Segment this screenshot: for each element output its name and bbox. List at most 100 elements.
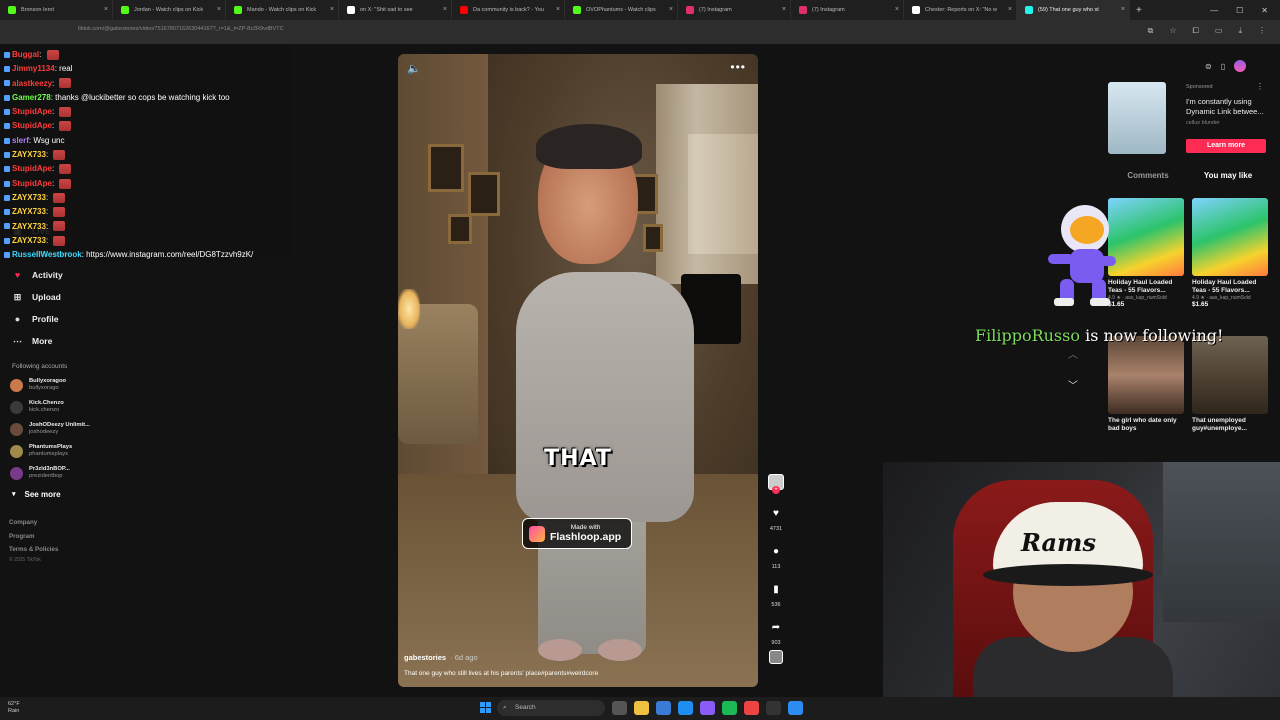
browser-tab[interactable]: (7) Instagram × — [678, 0, 791, 20]
recommended-card[interactable]: That unemployed guy#unemploye... — [1192, 336, 1268, 433]
sound-disc[interactable] — [764, 650, 788, 664]
profile-avatar[interactable] — [1234, 60, 1247, 72]
chat-username[interactable]: StupidApe — [12, 164, 52, 173]
close-tab-icon[interactable]: × — [443, 6, 447, 13]
minimize-icon[interactable]: — — [1210, 6, 1218, 15]
close-tab-icon[interactable]: × — [895, 6, 899, 13]
footer-link[interactable]: Program — [0, 530, 290, 544]
chat-username[interactable]: StupidApe — [12, 121, 52, 130]
close-tab-icon[interactable]: × — [330, 6, 334, 13]
see-more-button[interactable]: ▾ See more — [0, 484, 290, 504]
sidebar-item-activity[interactable]: ♥ Activity — [0, 264, 290, 286]
video-player[interactable]: 🔈 ••• THAT Made with Flashloop.app gabes… — [398, 54, 758, 687]
chat-username[interactable]: Gamer278 — [12, 93, 51, 102]
more-options-icon[interactable]: ••• — [730, 60, 746, 74]
sidebar-item-profile[interactable]: ● Profile — [0, 308, 290, 330]
card-thumbnail[interactable] — [1192, 336, 1268, 414]
obs-icon[interactable] — [766, 701, 781, 715]
card-thumbnail[interactable] — [1108, 336, 1184, 414]
chat-username[interactable]: StupidApe — [12, 179, 52, 188]
close-tab-icon[interactable]: × — [782, 6, 786, 13]
browser-address-bar[interactable]: tiktok.com/@gabestories/video/7516780716… — [0, 20, 1280, 44]
browser-tab[interactable]: Mando - Watch clips on Kick × — [226, 0, 339, 20]
chat-username[interactable]: RussellWestbrook — [12, 250, 82, 259]
browser-tab[interactable]: (7) Instagram × — [791, 0, 904, 20]
close-window-icon[interactable]: ✕ — [1261, 6, 1268, 15]
file-explorer-icon[interactable] — [634, 701, 649, 715]
edge-icon[interactable] — [678, 701, 693, 715]
comment-icon[interactable]: ● — [767, 542, 785, 560]
following-account[interactable]: JoshODeezy Unlimit... joshodeezy — [0, 418, 290, 440]
bookmark-star-icon[interactable]: ☆ — [1169, 26, 1176, 36]
extensions-icon[interactable]: ⧠ — [1192, 26, 1198, 36]
sponsored-ad[interactable]: Sponsored ⋮ I'm constantly using Dynamic… — [1108, 82, 1268, 162]
task-view-icon[interactable] — [612, 701, 627, 715]
chat-username[interactable]: ZAYX733 — [12, 193, 46, 202]
video-author[interactable]: gabestories · 6d ago — [404, 653, 478, 662]
start-button[interactable] — [480, 702, 492, 714]
volume-icon[interactable]: 🔈 — [407, 62, 421, 75]
creator-avatar[interactable]: + — [764, 474, 788, 494]
coins-icon[interactable]: ⊜ — [1205, 62, 1212, 71]
weather-widget[interactable]: 62°F Rain — [8, 701, 20, 715]
chat-username[interactable]: Jimmy1134 — [12, 64, 55, 73]
url-text[interactable]: tiktok.com/@gabestories/video/7516780716… — [78, 26, 284, 32]
tab-comments[interactable]: Comments — [1108, 171, 1188, 186]
comment-button[interactable]: ● 113 — [764, 542, 788, 571]
chat-username[interactable]: slerf — [12, 136, 29, 145]
download-icon[interactable]: ⤓ — [1238, 26, 1242, 36]
new-tab-icon[interactable]: + — [1136, 5, 1142, 16]
close-tab-icon[interactable]: × — [556, 6, 560, 13]
browser-tab[interactable]: Jordan - Watch clips on Kick × — [113, 0, 226, 20]
following-account[interactable]: Pr3zld3nBOP... prezidentbop — [0, 462, 290, 484]
menu-icon[interactable]: ⋮ — [1258, 26, 1266, 36]
browser-tab[interactable]: Bronson Ierot × — [0, 0, 113, 20]
sidepanel-icon[interactable]: ▭ — [1215, 26, 1223, 36]
app-icon[interactable] — [788, 701, 803, 715]
tab-you-may-like[interactable]: You may like — [1188, 171, 1268, 186]
following-account[interactable]: Kick.Chenzo kick.chenzo — [0, 396, 290, 418]
chat-username[interactable]: ZAYX733 — [12, 222, 46, 231]
ad-thumbnail[interactable] — [1108, 82, 1166, 154]
recommended-card[interactable]: Holiday Haul Loaded Teas - 55 Flavors...… — [1192, 198, 1268, 308]
app-icon[interactable] — [656, 701, 671, 715]
chat-username[interactable]: alastkeezy — [12, 79, 52, 88]
chat-username[interactable]: ZAYX733 — [12, 150, 46, 159]
taskbar-search[interactable]: ⌕ Search — [497, 700, 605, 716]
close-tab-icon[interactable]: × — [1008, 6, 1012, 13]
sidebar-item-upload[interactable]: ⊞ Upload — [0, 286, 290, 308]
previous-video-icon[interactable]: ︿ — [1068, 346, 1078, 361]
bookmark-icon[interactable]: ▮ — [767, 580, 785, 598]
recommended-card[interactable]: The girl who date only bad boys — [1108, 336, 1184, 433]
chat-username[interactable]: Buggal — [12, 50, 39, 59]
learn-more-button[interactable]: Learn more — [1186, 139, 1266, 153]
footer-link[interactable]: Terms & Policies — [0, 543, 290, 557]
chat-username[interactable]: StupidApe — [12, 107, 52, 116]
next-video-icon[interactable]: ﹀ — [1068, 377, 1078, 392]
ad-more-icon[interactable]: ⋮ — [1256, 82, 1264, 91]
card-thumbnail[interactable] — [1192, 198, 1268, 276]
browser-tab[interactable]: OVOPhantums - Watch clips × — [565, 0, 678, 20]
maximize-icon[interactable]: ☐ — [1236, 6, 1243, 15]
close-tab-icon[interactable]: × — [1121, 6, 1125, 13]
like-icon[interactable]: ♥ — [767, 504, 785, 522]
close-tab-icon[interactable]: × — [669, 6, 673, 13]
spotify-icon[interactable] — [722, 701, 737, 715]
close-tab-icon[interactable]: × — [217, 6, 221, 13]
share-icon[interactable]: ➦ — [767, 618, 785, 636]
cast-icon[interactable]: ⧉ — [1148, 26, 1154, 36]
sidebar-item-more[interactable]: ⋯ More — [0, 330, 290, 352]
follow-plus-icon[interactable]: + — [772, 486, 780, 494]
chat-username[interactable]: ZAYX733 — [12, 207, 46, 216]
bookmark-button[interactable]: ▮ 536 — [764, 580, 788, 609]
following-account[interactable]: Bullyxoragoo bullyxorago — [0, 374, 290, 396]
browser-tab[interactable]: (59) That one guy who st × — [1017, 0, 1130, 20]
chrome-icon[interactable] — [744, 701, 759, 715]
chat-username[interactable]: ZAYX733 — [12, 236, 46, 245]
footer-link[interactable]: Company — [0, 516, 290, 530]
share-button[interactable]: ➦ 903 — [764, 618, 788, 647]
inbox-icon[interactable]: ▯ — [1221, 62, 1225, 71]
browser-tab[interactable]: Da community is back? - You × — [452, 0, 565, 20]
close-tab-icon[interactable]: × — [104, 6, 108, 13]
browser-tab[interactable]: on X: "Shit sad to see × — [339, 0, 452, 20]
